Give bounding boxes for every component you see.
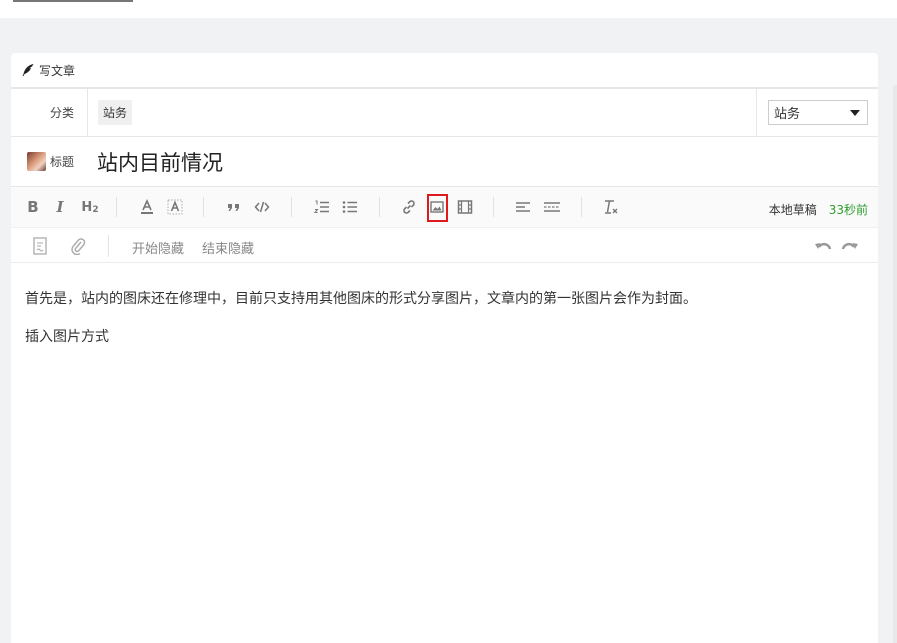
- italic-icon[interactable]: I: [51, 198, 69, 216]
- secondary-toolbar: 开始隐藏 结束隐藏: [11, 228, 878, 263]
- toolbar-divider: [108, 235, 109, 257]
- avatar: [27, 152, 46, 171]
- title-label-cell: 标题: [11, 137, 88, 186]
- format-toolbar: B I H2 本地草稿 33秒前: [11, 187, 878, 228]
- panel-title: 写文章: [39, 63, 76, 78]
- editor-content[interactable]: 首先是，站内的图床还在修理中，目前只支持用其他图床的形式分享图片，文章内的第一张…: [11, 263, 878, 395]
- quill-icon: [22, 64, 34, 76]
- heading-icon[interactable]: H2: [79, 198, 101, 216]
- title-label: 标题: [50, 155, 75, 169]
- active-tab-underline: [13, 0, 133, 2]
- redo-icon[interactable]: [841, 237, 859, 255]
- toolbar-divider: [116, 197, 117, 217]
- content-paragraph: 插入图片方式: [25, 328, 109, 345]
- draft-status: 本地草稿 33秒前: [769, 201, 868, 218]
- code-icon[interactable]: [253, 198, 271, 216]
- toolbar-divider: [493, 197, 494, 217]
- align-left-icon[interactable]: [514, 198, 532, 216]
- title-row: 标题 站内目前情况: [11, 137, 878, 187]
- video-icon[interactable]: [456, 198, 474, 216]
- toolbar-divider: [581, 197, 582, 217]
- toolbar-divider: [203, 197, 204, 217]
- category-label: 分类: [11, 89, 88, 136]
- title-input[interactable]: 站内目前情况: [88, 137, 878, 186]
- category-tags: 站务: [88, 89, 756, 136]
- category-select[interactable]: 站务: [768, 100, 868, 125]
- editor-panel: 写文章 分类 站务 站务 标题 站内目前情况 B I H2 本地草稿 33秒前 …: [11, 53, 878, 643]
- attachment-icon[interactable]: [69, 237, 87, 255]
- unordered-list-icon[interactable]: [341, 198, 359, 216]
- category-select-value: 站务: [774, 107, 801, 122]
- clear-format-icon[interactable]: [602, 198, 620, 216]
- font-color-icon[interactable]: [138, 198, 156, 216]
- panel-header: 写文章: [11, 53, 878, 89]
- hide-start-button[interactable]: 开始隐藏: [132, 238, 184, 257]
- horizontal-rule-icon[interactable]: [542, 198, 562, 216]
- content-paragraph: 首先是，站内的图床还在修理中，目前只支持用其他图床的形式分享图片，文章内的第一张…: [25, 291, 697, 307]
- undo-icon[interactable]: [814, 237, 832, 255]
- toolbar-divider: [379, 197, 380, 217]
- link-icon[interactable]: [400, 198, 418, 216]
- category-tag[interactable]: 站务: [98, 100, 133, 125]
- dropdown-arrow-icon: [850, 109, 860, 116]
- bold-icon[interactable]: B: [24, 198, 42, 216]
- preview-icon[interactable]: [31, 237, 49, 255]
- draft-label: 本地草稿: [768, 203, 817, 217]
- background-color-icon[interactable]: [166, 198, 184, 216]
- draft-time: 33秒前: [828, 203, 868, 217]
- toolbar-divider: [291, 197, 292, 217]
- category-select-cell: 站务: [756, 89, 878, 136]
- top-bar: [0, 0, 897, 18]
- hide-end-button[interactable]: 结束隐藏: [202, 238, 254, 257]
- quote-icon[interactable]: [225, 198, 243, 216]
- ordered-list-icon[interactable]: [313, 198, 331, 216]
- highlight-box: [427, 194, 448, 222]
- category-row: 分类 站务 站务: [11, 89, 878, 137]
- scrollbar-track[interactable]: [893, 85, 897, 643]
